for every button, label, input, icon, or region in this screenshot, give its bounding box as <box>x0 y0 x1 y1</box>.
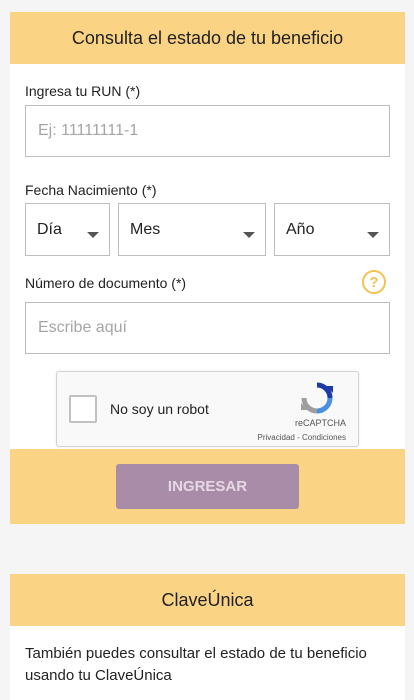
recaptcha-links[interactable]: Privacidad - Condiciones <box>258 433 347 442</box>
consulta-title: Consulta el estado de tu beneficio <box>71 27 344 48</box>
month-select[interactable]: Mes <box>118 203 266 256</box>
claveunica-description: También puedes consultar el estado de tu… <box>25 645 367 684</box>
help-icon[interactable]: ? <box>362 270 386 294</box>
claveunica-card: ClaveÚnica También puedes consultar el e… <box>10 574 405 700</box>
chevron-down-icon <box>367 232 379 238</box>
consulta-header: Consulta el estado de tu beneficio <box>10 12 405 64</box>
ingresar-button[interactable]: INGRESAR <box>116 464 299 509</box>
document-number-input[interactable] <box>25 302 390 354</box>
recaptcha-checkbox[interactable] <box>69 395 97 423</box>
day-select[interactable]: Día <box>25 203 110 256</box>
run-input[interactable] <box>25 105 390 157</box>
year-select-value: Año <box>286 220 315 238</box>
run-label: Ingresa tu RUN (*) <box>25 83 141 99</box>
day-select-value: Día <box>37 220 62 238</box>
document-number-label: Número de documento (*) <box>25 275 187 291</box>
submit-band: INGRESAR <box>10 449 405 524</box>
recaptcha-brand: reCAPTCHA <box>294 418 346 428</box>
claveunica-title: ClaveÚnica <box>161 589 254 610</box>
chevron-down-icon <box>243 232 255 238</box>
chevron-down-icon <box>87 232 99 238</box>
recaptcha-widget: No soy un robot reCAPTCHA Privacidad - C… <box>56 371 359 447</box>
recaptcha-logo-icon <box>301 382 333 414</box>
consulta-card: Consulta el estado de tu beneficio Ingre… <box>10 12 405 524</box>
birth-date-label: Fecha Nacimiento (*) <box>25 182 157 198</box>
year-select[interactable]: Año <box>274 203 390 256</box>
recaptcha-label: No soy un robot <box>110 401 209 417</box>
claveunica-header: ClaveÚnica <box>10 574 405 626</box>
month-select-value: Mes <box>130 220 161 238</box>
